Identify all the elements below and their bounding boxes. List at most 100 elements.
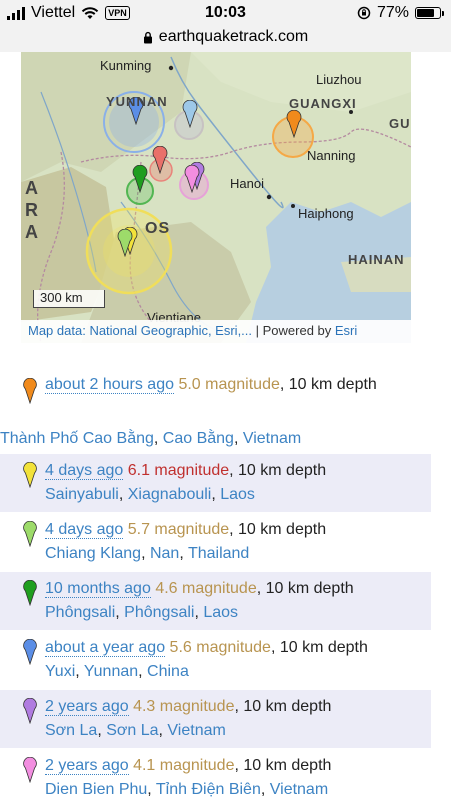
separator: , [118, 486, 128, 503]
separator: , [153, 430, 163, 447]
map-label-haiphong: Haiphong [298, 206, 354, 221]
separator: , [260, 781, 270, 798]
pin-icon [23, 639, 37, 665]
carrier-name: Viettel [31, 4, 76, 21]
separator: , [211, 486, 221, 503]
map-marker-chiang-klang[interactable] [117, 229, 133, 257]
pin-icon [23, 462, 37, 488]
list-item: about a year ago 5.6 magnitude, 10 km de… [0, 631, 431, 689]
quake-time-link[interactable]: 2 years ago [45, 698, 129, 716]
map-label-nanning: Nanning [307, 148, 356, 163]
list-item: 10 months ago 4.6 magnitude, 10 km depth… [0, 572, 431, 630]
quake-depth: , 10 km depth [270, 639, 368, 656]
location-link-city[interactable]: Phôngsali [45, 604, 115, 621]
battery-percent: 77% [376, 4, 409, 21]
url-text[interactable]: earthquaketrack.com [159, 28, 308, 46]
quake-magnitude: 5.7 magnitude [127, 521, 230, 538]
esri-link[interactable]: Esri [335, 323, 357, 338]
status-right: 77% [357, 4, 444, 22]
location-link-city[interactable]: Chiang Klang [45, 545, 141, 562]
vpn-badge: VPN [105, 6, 130, 20]
attribution-prefix: Map data: [28, 323, 90, 338]
location-link-region[interactable]: Nan [150, 545, 179, 562]
quake-time-link[interactable]: 10 months ago [45, 580, 151, 598]
location-link-city[interactable]: Sơn La [45, 722, 97, 739]
quake-line-1: about 2 hours ago 5.0 magnitude, 10 km d… [45, 373, 445, 397]
list-item: 2 years ago 4.1 magnitude, 10 km depth D… [0, 749, 431, 807]
quake-depth: , 10 km depth [229, 462, 327, 479]
location-link-country[interactable]: Laos [203, 604, 238, 621]
separator: , [115, 604, 125, 621]
map-label-guangxi: GUANGXI [289, 96, 357, 111]
status-bar: Viettel VPN 10:03 77% [0, 0, 451, 26]
quake-time-link[interactable]: 4 days ago [45, 521, 124, 539]
location-link-region[interactable]: Tỉnh Điện Biên [156, 781, 261, 798]
map-label-gu: GU [389, 116, 411, 131]
map-label-ara: A R A [25, 178, 39, 242]
location-link-country[interactable]: Vietnam [243, 430, 301, 447]
location-link-city[interactable]: Thành Phố Cao Bằng [0, 430, 154, 447]
quake-time-link[interactable]: 4 days ago [45, 462, 124, 480]
map-label-hanoi: Hanoi [230, 176, 264, 191]
location-link-country[interactable]: Vietnam [270, 781, 328, 798]
location-link-region[interactable]: Phôngsali [124, 604, 194, 621]
separator: , [138, 663, 148, 680]
location-link-country[interactable]: China [147, 663, 189, 680]
list-item: 4 days ago 6.1 magnitude, 10 km depth Sa… [0, 454, 431, 512]
battery-icon [415, 7, 444, 19]
quake-depth: , 10 km depth [229, 521, 327, 538]
map-scale: 300 km [33, 290, 105, 308]
quake-depth: , 10 km depth [279, 376, 377, 393]
pin-icon [23, 521, 37, 547]
location-link-city[interactable]: Sainyabuli [45, 486, 119, 503]
quake-location: Thành Phố Cao Bằng, Cao Bằng, Vietnam [0, 427, 451, 451]
list-item: 2 years ago 4.3 magnitude, 10 km depth S… [0, 690, 431, 748]
separator: , [194, 604, 204, 621]
list-item: 4 days ago 5.7 magnitude, 10 km depth Ch… [0, 513, 431, 571]
map-marker-phongsali[interactable] [132, 165, 148, 193]
list-item: about 2 hours ago 5.0 magnitude, 10 km d… [0, 370, 451, 452]
map-marker-dien-bien[interactable] [184, 165, 200, 193]
quake-magnitude: 4.6 magnitude [155, 580, 257, 597]
battery-fill [417, 9, 434, 17]
quake-time-link[interactable]: about 2 hours ago [45, 376, 174, 394]
separator: , [97, 722, 107, 739]
location-link-city[interactable]: Yuxi [45, 663, 75, 680]
pin-icon [23, 378, 37, 404]
map-marker-grey[interactable] [182, 100, 198, 128]
pin-icon [23, 580, 37, 606]
rotation-lock-icon [357, 6, 371, 20]
signal-icon [7, 6, 25, 20]
quake-magnitude: 5.6 magnitude [169, 639, 271, 656]
map-label-liuzhou: Liuzhou [316, 72, 362, 87]
quake-magnitude: 4.1 magnitude [133, 757, 235, 774]
quake-depth: , 10 km depth [234, 757, 332, 774]
wifi-icon [81, 6, 99, 19]
pin-icon [23, 757, 37, 783]
quake-time-link[interactable]: 2 years ago [45, 757, 129, 775]
earthquake-map[interactable]: Kunming YUNNAN Liuzhou GUANGXI GU Nannin… [21, 52, 411, 343]
location-link-region[interactable]: Sơn La [106, 722, 158, 739]
quake-magnitude: 6.1 magnitude [127, 462, 230, 479]
quake-magnitude: 4.3 magnitude [133, 698, 235, 715]
map-label-yunnan: YUNNAN [106, 94, 168, 109]
map-marker-cao-bang[interactable] [286, 110, 302, 138]
separator: , [147, 781, 156, 798]
map-label-kunming: Kunming [100, 58, 152, 73]
location-link-country[interactable]: Vietnam [167, 722, 225, 739]
map-label-hainan: HAINAN [348, 252, 405, 267]
map-attribution: Map data: National Geographic, Esri,... … [21, 320, 411, 343]
location-link-country[interactable]: Thailand [188, 545, 249, 562]
map-marker-red[interactable] [152, 146, 168, 174]
attribution-link[interactable]: National Geographic, Esri,... [89, 323, 252, 338]
quake-time-link[interactable]: about a year ago [45, 639, 166, 657]
address-bar[interactable]: earthquaketrack.com [0, 26, 451, 52]
location-link-city[interactable]: Dien Bien Phu [45, 781, 147, 798]
location-link-region[interactable]: Xiagnabouli [128, 486, 212, 503]
location-link-region[interactable]: Cao Bằng [163, 430, 234, 447]
status-left: Viettel VPN [7, 4, 130, 22]
pin-icon [23, 698, 37, 724]
location-link-country[interactable]: Laos [220, 486, 255, 503]
location-link-region[interactable]: Yunnan [84, 663, 138, 680]
separator: , [75, 663, 84, 680]
